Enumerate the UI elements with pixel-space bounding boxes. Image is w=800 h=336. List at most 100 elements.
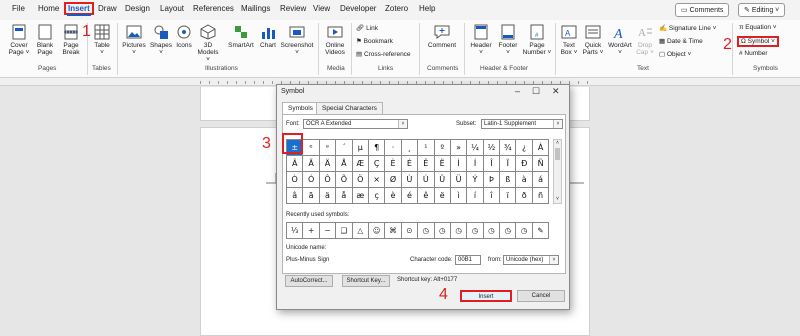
symbol-cell[interactable]: Î	[483, 156, 501, 172]
bookmark-button[interactable]: ⚑ Bookmark	[356, 37, 393, 45]
symbol-cell[interactable]: ᵉ	[303, 140, 320, 156]
recent-symbol-cell[interactable]: ☺	[368, 223, 386, 239]
symbol-cell[interactable]: ¸	[401, 140, 419, 156]
symbol-cell[interactable]: Ó	[303, 172, 320, 188]
symbol-cell[interactable]: ½	[483, 140, 501, 156]
smartart-button[interactable]: SmartArt	[226, 24, 256, 49]
symbol-cell[interactable]: ß	[500, 172, 517, 188]
recent-symbol-cell[interactable]: ◷	[516, 223, 533, 239]
symbol-cell[interactable]: »	[450, 140, 468, 156]
tab-view[interactable]: View	[313, 4, 330, 13]
symbol-cell[interactable]: Ã	[303, 156, 320, 172]
pictures-button[interactable]: Pictures ˅	[121, 24, 147, 56]
signature-line-button[interactable]: ✍ Signature Line ˅	[659, 24, 716, 32]
table-button[interactable]: Table ˅	[92, 24, 112, 56]
symbol-cell[interactable]: Â	[287, 156, 304, 172]
equation-button[interactable]: π Equation ˅	[739, 24, 777, 31]
page-break-button[interactable]: Page Break	[60, 24, 82, 56]
symbol-cell[interactable]: ð	[516, 188, 533, 204]
insert-button[interactable]: Insert	[460, 290, 512, 302]
symbol-cell[interactable]: Ä	[319, 156, 337, 172]
symbol-cell[interactable]: Æ	[352, 156, 369, 172]
symbol-cell[interactable]: ¼	[467, 140, 484, 156]
3d-models-button[interactable]: 3D Models ˅	[196, 24, 220, 63]
tab-zotero[interactable]: Zotero	[385, 4, 408, 13]
symbol-cell[interactable]: Ð	[516, 156, 533, 172]
text-box-button[interactable]: A Text Box ˅	[558, 24, 580, 56]
scrollbar-thumb[interactable]	[555, 148, 560, 160]
symbol-cell[interactable]: ä	[319, 188, 337, 204]
symbol-cell[interactable]: ×	[368, 172, 386, 188]
symbol-cell[interactable]: Þ	[483, 172, 501, 188]
symbol-cell[interactable]: º	[434, 140, 451, 156]
recent-symbol-cell[interactable]: ◷	[467, 223, 484, 239]
tab-developer[interactable]: Developer	[340, 4, 376, 13]
autocorrect-button[interactable]: AutoCorrect...	[285, 275, 333, 287]
symbol-cell[interactable]: Å	[336, 156, 353, 172]
recent-symbol-cell[interactable]: ◷	[434, 223, 451, 239]
recent-symbol-cell[interactable]: ⌘	[385, 223, 402, 239]
cross-reference-button[interactable]: ▤ Cross-reference	[356, 50, 411, 58]
symbol-cell[interactable]: Ì	[450, 156, 468, 172]
symbol-cell[interactable]: ç	[368, 188, 386, 204]
drop-cap-button[interactable]: A Drop Cap ˅	[635, 24, 655, 56]
dialog-minimize-button[interactable]: –	[515, 86, 520, 96]
tab-design[interactable]: Design	[125, 4, 150, 13]
blank-page-button[interactable]: Blank Page	[34, 24, 56, 56]
symbol-cell[interactable]: ¿	[516, 140, 533, 156]
dialog-maximize-button[interactable]: ☐	[532, 86, 540, 97]
symbol-cell[interactable]: Ç	[368, 156, 386, 172]
recent-symbol-cell[interactable]: ⊙	[401, 223, 419, 239]
symbol-cell[interactable]: À	[532, 140, 550, 156]
symbol-cell[interactable]: É	[401, 156, 419, 172]
symbol-grid-scrollbar[interactable]: ˄ ˅	[553, 139, 562, 204]
symbol-cell[interactable]: Ú	[418, 172, 435, 188]
symbol-cell[interactable]: Ø	[385, 172, 402, 188]
symbol-cell[interactable]: Ö	[352, 172, 369, 188]
symbol-button[interactable]: Ω Symbol ˅	[737, 36, 779, 47]
link-button[interactable]: 🔗︎ Link	[356, 24, 378, 32]
tab-review[interactable]: Review	[280, 4, 306, 13]
screenshot-button[interactable]: Screenshot ˅	[280, 24, 314, 56]
symbol-cell[interactable]: Ý	[467, 172, 484, 188]
tab-draw[interactable]: Draw	[98, 4, 117, 13]
recent-symbol-cell[interactable]: −	[319, 223, 337, 239]
recent-symbol-cell[interactable]: ◷	[500, 223, 517, 239]
header-button[interactable]: Header ˅	[468, 24, 494, 56]
tab-special-characters[interactable]: Special Characters	[316, 102, 383, 114]
wordart-button[interactable]: A WordArt ˅	[606, 24, 634, 56]
recent-symbol-cell[interactable]: ◷	[450, 223, 468, 239]
tab-file[interactable]: File	[12, 4, 25, 13]
symbol-cell[interactable]: â	[287, 188, 304, 204]
symbol-cell[interactable]: ¶	[368, 140, 386, 156]
symbol-cell[interactable]: Ù	[401, 172, 419, 188]
symbol-cell[interactable]: Ê	[418, 156, 435, 172]
object-button[interactable]: ▢ Object ˅	[659, 50, 691, 58]
symbol-cell[interactable]: è	[385, 188, 402, 204]
symbol-cell[interactable]: ñ	[532, 188, 550, 204]
symbol-cell[interactable]: î	[483, 188, 501, 204]
tab-help[interactable]: Help	[419, 4, 435, 13]
online-videos-button[interactable]: Online Videos	[322, 24, 348, 56]
cancel-button[interactable]: Cancel	[517, 290, 565, 302]
tab-home[interactable]: Home	[38, 4, 59, 13]
symbol-cell[interactable]: Õ	[336, 172, 353, 188]
symbol-cell[interactable]: Ô	[319, 172, 337, 188]
date-time-button[interactable]: ▦ Date & Time	[659, 37, 703, 45]
tab-symbols[interactable]: Symbols	[282, 102, 319, 114]
from-select[interactable]: Unicode (hex) ˅	[503, 255, 559, 265]
page-number-button[interactable]: # Page Number ˅	[522, 24, 552, 56]
symbol-cell[interactable]: È	[385, 156, 402, 172]
symbol-cell[interactable]: ᵊ	[319, 140, 337, 156]
subset-select[interactable]: Latin-1 Supplement ˅	[481, 119, 563, 129]
shortcut-key-button[interactable]: Shortcut Key...	[342, 275, 390, 287]
symbol-cell[interactable]: æ	[352, 188, 369, 204]
cover-page-button[interactable]: Cover Page ˅	[8, 24, 30, 56]
symbol-cell[interactable]: µ	[352, 140, 369, 156]
number-button[interactable]: # Number	[739, 50, 768, 57]
shapes-button[interactable]: Shapes ˅	[149, 24, 173, 56]
recent-symbol-cell[interactable]: ◷	[483, 223, 501, 239]
icons-button[interactable]: Icons	[175, 24, 193, 49]
symbol-cell[interactable]: Í	[467, 156, 484, 172]
symbol-cell[interactable]: á	[532, 172, 550, 188]
